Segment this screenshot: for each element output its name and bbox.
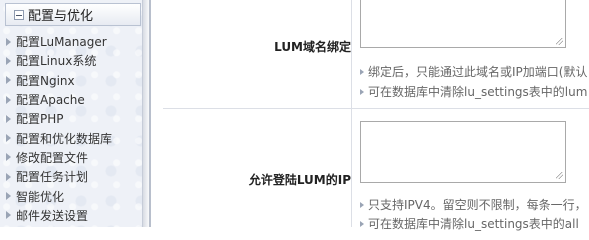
sidebar-item-label: 配置Apache xyxy=(16,93,85,108)
sidebar-menu: 配置LuManager 配置Linux系统 配置Nginx 配置Apache 配… xyxy=(6,32,112,225)
allowed-ip-textarea[interactable] xyxy=(360,121,566,183)
allowed-ip-hint-1: 只支持IPV4。留空则不限制，每条一行， xyxy=(360,196,587,213)
allowed-ip-label: 允许登陆LUM的IP xyxy=(248,173,351,187)
sidebar-item-smart-optimize[interactable]: 智能优化 xyxy=(6,186,112,205)
sidebar-item-label: 配置和优化数据库 xyxy=(16,131,113,146)
arrow-right-icon xyxy=(6,37,11,46)
sidebar: 配置与优化 配置LuManager 配置Linux系统 配置Nginx 配置Ap… xyxy=(0,0,143,227)
arrow-right-icon xyxy=(6,134,11,143)
arrow-right-icon xyxy=(360,88,364,95)
sidebar-item-label: 邮件发送设置 xyxy=(16,208,89,223)
domain-binding-hint-1: 绑定后，只能通过此域名或IP加端口(默认 xyxy=(360,63,587,80)
sidebar-item-mail[interactable]: 邮件发送设置 xyxy=(6,206,112,225)
sidebar-section-header[interactable]: 配置与优化 xyxy=(5,3,141,26)
sidebar-item-linux[interactable]: 配置Linux系统 xyxy=(6,51,112,70)
sidebar-item-lumanager[interactable]: 配置LuManager xyxy=(6,32,112,51)
arrow-right-icon xyxy=(6,95,11,104)
arrow-right-icon xyxy=(6,153,11,162)
sidebar-item-label: 修改配置文件 xyxy=(16,150,89,165)
sidebar-item-label: 配置Nginx xyxy=(16,73,75,88)
frame-divider-line xyxy=(149,0,151,227)
arrow-right-icon xyxy=(6,211,11,220)
sidebar-item-apache[interactable]: 配置Apache xyxy=(6,90,112,109)
sidebar-item-label: 智能优化 xyxy=(16,189,65,204)
arrow-right-icon xyxy=(360,68,364,75)
domain-binding-label: LUM域名绑定 xyxy=(274,40,351,54)
arrow-right-icon xyxy=(360,201,364,208)
arrow-right-icon xyxy=(6,172,11,181)
domain-binding-hint-2: 可在数据库中清除lu_settings表中的lum xyxy=(360,83,587,100)
sidebar-item-cron[interactable]: 配置任务计划 xyxy=(6,167,112,186)
arrow-right-icon xyxy=(6,114,11,123)
arrow-right-icon xyxy=(360,220,364,227)
sidebar-item-label: 配置PHP xyxy=(16,112,64,127)
frame-divider xyxy=(143,0,163,227)
sidebar-item-database[interactable]: 配置和优化数据库 xyxy=(6,128,112,147)
sidebar-section-title: 配置与优化 xyxy=(28,9,94,24)
arrow-right-icon xyxy=(6,56,11,65)
domain-binding-textarea[interactable] xyxy=(360,0,566,48)
arrow-right-icon xyxy=(6,192,11,201)
sidebar-item-config-files[interactable]: 修改配置文件 xyxy=(6,148,112,167)
sidebar-item-php[interactable]: 配置PHP xyxy=(6,109,112,128)
row-separator xyxy=(163,108,589,109)
sidebar-item-nginx[interactable]: 配置Nginx xyxy=(6,71,112,90)
arrow-right-icon xyxy=(6,76,11,85)
collapse-icon[interactable] xyxy=(14,9,24,20)
sidebar-item-label: 配置任务计划 xyxy=(16,170,89,185)
sidebar-item-label: 配置LuManager xyxy=(16,35,107,50)
allowed-ip-hint-2: 可在数据库中清除lu_settings表中的all xyxy=(360,215,579,232)
sidebar-item-label: 配置Linux系统 xyxy=(16,54,97,69)
column-divider xyxy=(351,0,352,227)
